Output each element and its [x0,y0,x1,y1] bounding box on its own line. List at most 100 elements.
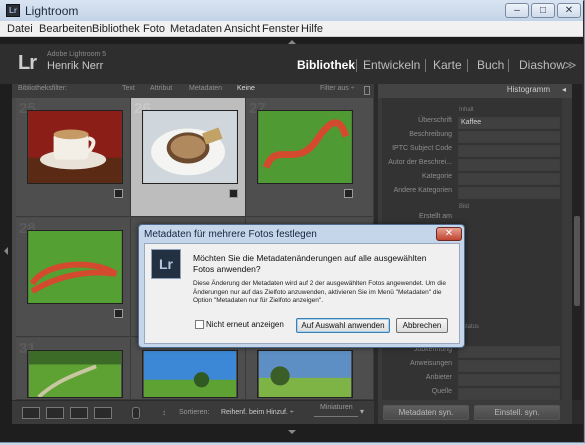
cancel-button[interactable]: Abbrechen [396,318,448,333]
dialog-detail: Diese Änderung der Metadaten wird auf 2 … [193,280,446,304]
grid-cell[interactable]: 31 [16,338,131,400]
triangle-left-icon [4,247,8,255]
metadata-field[interactable] [458,388,560,400]
toolbar-menu-icon[interactable]: ▾ [360,407,364,416]
library-toolbar: ↕ Sortieren: Reihenf. beim Hinzuf. ÷ Min… [12,400,374,424]
minimize-button[interactable]: – [505,3,529,18]
metadata-row: Anweisungen [382,360,562,374]
metadata-label: Anbieter [425,374,452,381]
compare-view-icon[interactable] [70,407,88,419]
metadata-field[interactable] [458,173,560,185]
filmstrip-toggle[interactable] [0,424,583,442]
triangle-down-icon [288,430,296,434]
metadata-label: Erstellt am [418,213,452,220]
metadata-row: IPTC Subject Code [382,145,562,159]
module-karte[interactable]: Karte [433,58,462,72]
lock-icon[interactable] [364,86,370,95]
metadata-field[interactable] [458,346,560,358]
module-buch[interactable]: Buch [477,58,504,72]
menu-bearbeiten[interactable]: Bearbeiten [39,23,92,35]
grid-view-icon[interactable] [22,407,40,419]
menu-hilfe[interactable]: Hilfe [301,23,323,35]
window-title: Lightroom [25,4,79,18]
metadata-field[interactable] [458,159,560,171]
metadata-field[interactable] [458,187,560,199]
thumbnail-size-slider[interactable] [314,416,358,417]
module-separator [425,59,426,72]
grid-cell[interactable]: 27 [246,98,374,217]
menu-foto[interactable]: Foto [143,23,165,35]
grid-cell[interactable]: 25 [16,98,131,217]
dialog-message: Möchten Sie die Metadatenänderungen auf … [193,253,427,274]
menu-datei[interactable]: Datei [7,23,33,35]
collapse-triangle-icon: ◂ [561,85,566,94]
badge-icon [114,189,123,198]
metadata-row: Jobkennung [382,346,562,360]
module-separator [508,59,509,72]
thumbnail-track-aerial[interactable] [257,110,353,184]
thumbnail-coffee-red[interactable] [27,110,123,184]
sort-label: Sortieren: [179,409,210,416]
title-bar: Lr Lightroom – □ ✕ [0,0,583,21]
metadata-field[interactable]: Kaffee [458,117,560,129]
filter-tab-keine[interactable]: Keine [237,85,255,92]
lightroom-app-icon: Lr [6,4,20,17]
menu-bar: Datei Bearbeiten Bibliothek Foto Metadat… [0,21,583,37]
grid-cell-selected[interactable]: 26 [131,98,246,217]
module-entwickeln[interactable]: Entwickeln [363,58,420,72]
apply-to-selection-button[interactable]: Auf Auswahl anwenden [296,318,390,333]
more-modules-icon[interactable]: ≫ [564,58,577,72]
survey-view-icon[interactable] [94,407,112,419]
dont-show-again-label[interactable]: Nicht erneut anzeigen [206,320,284,329]
metadata-label: Quelle [431,388,452,395]
dialog-close-button[interactable]: ✕ [436,227,462,241]
metadata-label: Überschrift [418,117,452,124]
histogram-header[interactable]: Histogramm ◂ [378,84,572,98]
close-window-button[interactable]: ✕ [557,3,581,18]
metadata-label: Kategorie [422,173,452,180]
metadata-label: Andere Kategorien [393,187,452,194]
metadata-field[interactable] [458,360,560,372]
maximize-button[interactable]: □ [531,3,555,18]
loupe-view-icon[interactable] [46,407,64,419]
spray-can-icon[interactable] [132,407,140,419]
sync-settings-button[interactable]: Einstell. syn. [474,405,560,420]
filter-tab-attribut[interactable]: Attribut [150,85,172,92]
menu-metadaten[interactable]: Metadaten [170,23,222,35]
metadata-row: Kategorie [382,173,562,187]
grid-cell[interactable]: 28 [16,218,131,337]
left-panel-toggle[interactable] [0,84,12,424]
module-separator [356,59,357,72]
thumbnail-coffee-table[interactable] [142,110,238,184]
metadata-field[interactable] [458,131,560,143]
scrollbar-thumb[interactable] [574,216,580,306]
top-panel-toggle[interactable] [0,37,583,44]
filter-preset[interactable]: Filter aus ÷ [320,85,355,92]
filter-tab-metadaten[interactable]: Metadaten [189,85,222,92]
sort-direction-icon[interactable]: ↕ [162,408,166,417]
thumbnail-sky-meadow[interactable] [142,350,238,398]
metadata-label: Beschreibung [409,131,452,138]
user-name: Henrik Nerr [47,60,104,72]
menu-bibliothek[interactable]: Bibliothek [92,23,140,35]
sort-select[interactable]: Reihenf. beim Hinzuf. ÷ [221,409,294,416]
badge-icon [229,189,238,198]
dont-show-again-checkbox[interactable] [195,320,204,329]
metadata-field[interactable] [458,374,560,386]
menu-fenster[interactable]: Fenster [262,23,299,35]
metadata-row: Autor der Beschrei... [382,159,562,173]
metadata-label: IPTC Subject Code [392,145,452,152]
lightroom-dialog-icon: Lr [151,249,181,279]
thumbnail-meadow-path[interactable] [27,350,123,398]
thumbnail-trees-field[interactable] [257,350,353,398]
module-diashow[interactable]: Diashow [519,58,565,72]
metadata-field[interactable] [458,145,560,157]
filter-tab-text[interactable]: Text [122,85,135,92]
sync-metadata-button[interactable]: Metadaten syn. [383,405,469,420]
module-bibliothek[interactable]: Bibliothek [297,58,355,72]
product-version: Adobe Lightroom 5 [47,51,107,58]
thumbnail-track-curve[interactable] [27,230,123,304]
histogram-label: Histogramm [506,85,550,94]
menu-ansicht[interactable]: Ansicht [224,23,260,35]
library-filter-bar: Bibliotheksfilter: Text Attribut Metadat… [12,84,374,98]
